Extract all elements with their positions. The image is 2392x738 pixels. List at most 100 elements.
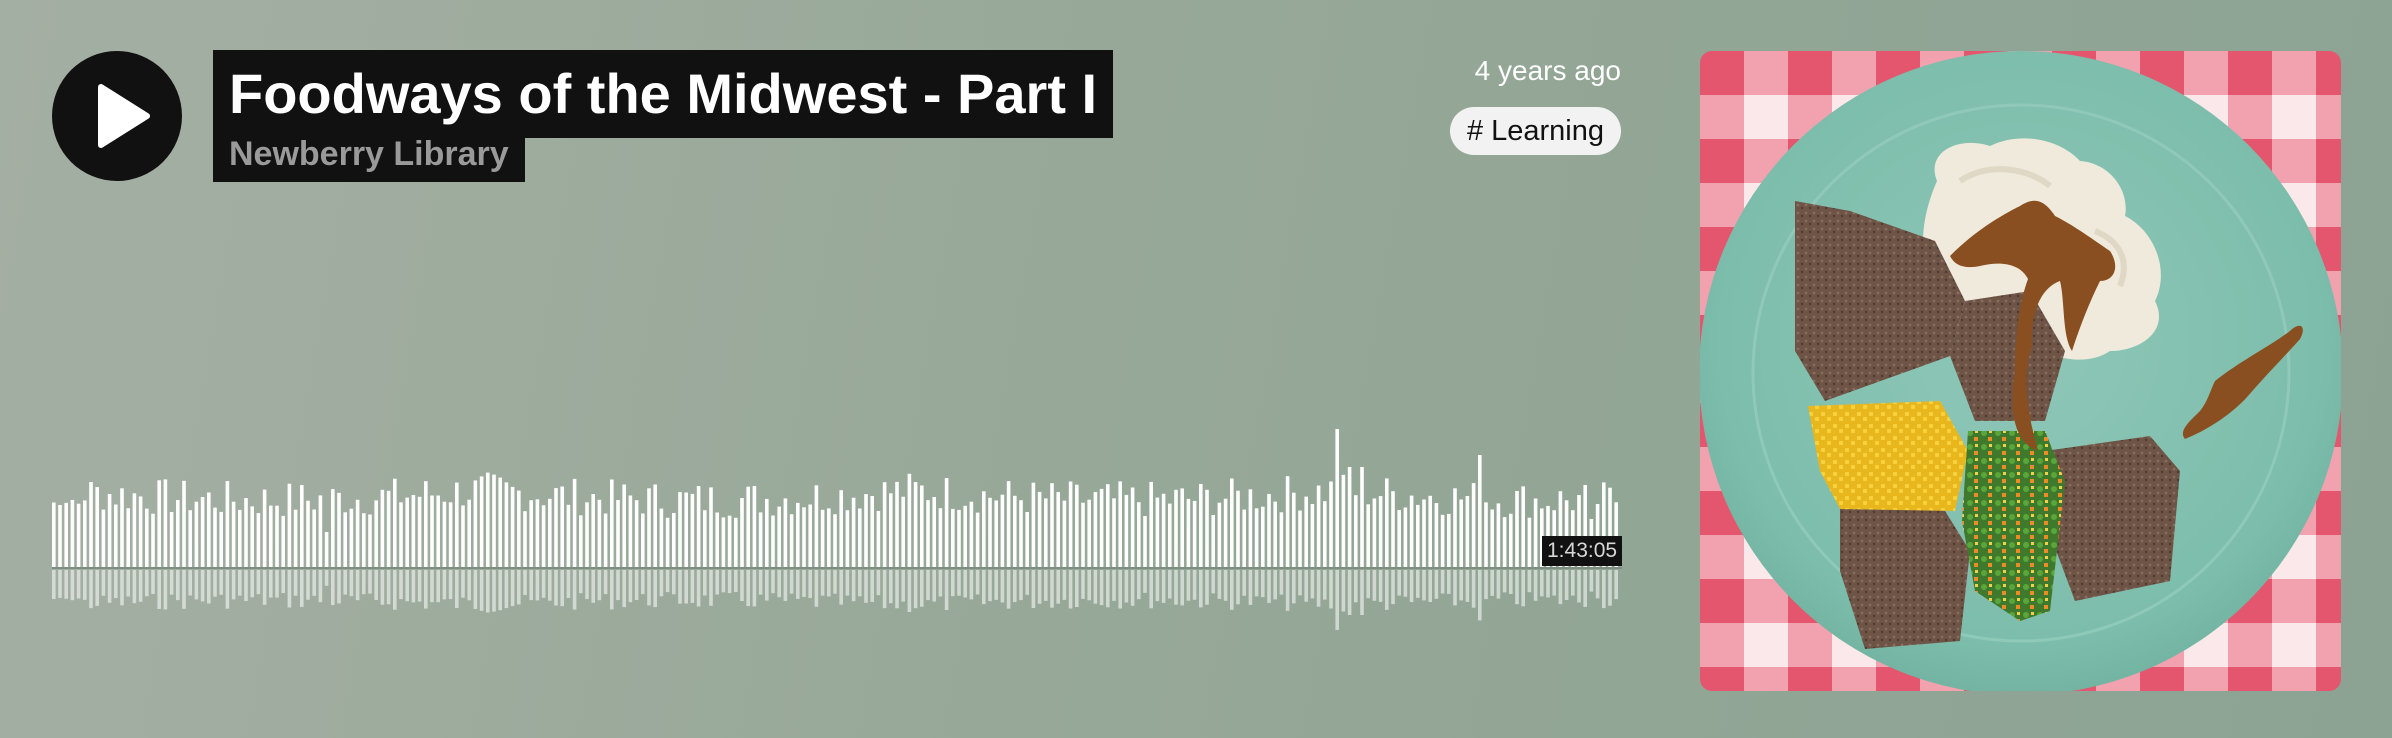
waveform-bar bbox=[988, 497, 992, 567]
waveform-reflection-bar bbox=[337, 570, 341, 604]
waveform-bar bbox=[1335, 429, 1339, 567]
waveform-bar bbox=[58, 505, 62, 567]
waveform-bar bbox=[504, 482, 509, 567]
waveform-bar bbox=[200, 497, 205, 567]
waveform-bar bbox=[1168, 503, 1172, 567]
waveform-bar bbox=[616, 500, 620, 567]
waveform-bar bbox=[1087, 499, 1091, 567]
waveform-bar bbox=[95, 487, 99, 567]
waveform-reflection-bar bbox=[473, 570, 478, 609]
waveform-reflection-bar bbox=[504, 570, 509, 609]
waveform-reflection-bar bbox=[52, 570, 56, 599]
waveform-bar bbox=[591, 494, 595, 567]
waveform-bar bbox=[653, 484, 657, 567]
waveform-reflection-bar bbox=[219, 570, 223, 595]
waveform-bar bbox=[455, 482, 459, 567]
genre-tag[interactable]: # Learning bbox=[1449, 107, 1621, 155]
waveform-reflection-bar bbox=[1192, 570, 1197, 600]
waveform-bar bbox=[89, 482, 93, 567]
waveform-bar bbox=[1130, 487, 1135, 567]
waveform-reflection-bar bbox=[138, 570, 143, 602]
play-button[interactable] bbox=[52, 51, 182, 181]
waveform-reflection-bar bbox=[858, 570, 862, 597]
waveform-reflection-bar bbox=[758, 570, 763, 595]
waveform-reflection-bar bbox=[703, 570, 707, 596]
waveform-reflection-bar bbox=[1013, 570, 1017, 602]
track-title[interactable]: Foodways of the Midwest - Part I bbox=[213, 50, 1114, 138]
waveform-reflection-bar bbox=[690, 570, 695, 603]
waveform-reflection-bar bbox=[1056, 570, 1060, 604]
waveform-reflection-bar bbox=[1242, 570, 1246, 596]
waveform-reflection-bar bbox=[498, 570, 502, 611]
waveform-bar bbox=[194, 501, 199, 567]
waveform-reflection-bar bbox=[1180, 570, 1184, 606]
waveform[interactable] bbox=[52, 420, 1622, 630]
waveform-bar bbox=[250, 506, 254, 567]
waveform-reflection-bar bbox=[653, 570, 657, 608]
waveform-bar bbox=[1155, 497, 1160, 567]
waveform-bar bbox=[163, 479, 168, 567]
waveform-bar bbox=[1354, 495, 1358, 567]
waveform-reflection-bar bbox=[318, 570, 323, 603]
waveform-reflection-bar bbox=[126, 570, 130, 597]
waveform-bar bbox=[907, 473, 912, 567]
waveform-reflection-bar bbox=[58, 570, 62, 598]
artist-name[interactable]: Newberry Library bbox=[213, 137, 525, 182]
waveform-bar bbox=[1279, 512, 1284, 567]
waveform-reflection-bar bbox=[548, 570, 552, 601]
waveform-bar bbox=[690, 493, 695, 567]
waveform-bar bbox=[151, 513, 155, 567]
waveform-bar bbox=[1025, 512, 1029, 567]
waveform-bar bbox=[1447, 513, 1451, 567]
waveform-reflection-bar bbox=[467, 570, 471, 601]
waveform-bar bbox=[721, 517, 726, 567]
waveform-reflection-bar bbox=[1285, 570, 1290, 611]
waveform-bar bbox=[895, 481, 899, 567]
waveform-reflection-bar bbox=[839, 570, 843, 605]
waveform-reflection-bar bbox=[1292, 570, 1296, 604]
waveform-reflection-bar bbox=[1527, 570, 1532, 593]
waveform-bar bbox=[808, 504, 812, 567]
waveform-reflection-bar bbox=[740, 570, 744, 601]
waveform-reflection-bar bbox=[1509, 570, 1513, 594]
waveform-reflection-bar bbox=[771, 570, 775, 594]
waveform-reflection-bar bbox=[1000, 570, 1005, 603]
waveform-bar bbox=[1484, 502, 1488, 567]
waveform-reflection-bar bbox=[684, 570, 688, 604]
waveform-bar bbox=[1347, 467, 1352, 567]
waveform-bar bbox=[1403, 507, 1408, 567]
waveform-reflection-bar bbox=[1416, 570, 1420, 598]
waveform-reflection-bar bbox=[349, 570, 354, 597]
waveform-bar bbox=[944, 478, 949, 567]
waveform-bar bbox=[1236, 490, 1240, 567]
waveform-reflection-bar bbox=[1075, 570, 1079, 607]
waveform-bar bbox=[1186, 498, 1191, 567]
waveform-reflection-bar bbox=[312, 570, 316, 596]
waveform-reflection-bar bbox=[306, 570, 310, 600]
waveform-bar bbox=[889, 493, 893, 567]
waveform-reflection-bar bbox=[1161, 570, 1166, 603]
waveform-bar bbox=[107, 494, 112, 567]
waveform-bar bbox=[145, 508, 149, 567]
waveform-reflection-bar bbox=[386, 570, 391, 605]
waveform-bar bbox=[1254, 508, 1259, 567]
waveform-reflection-bar bbox=[200, 570, 205, 602]
waveform-bar bbox=[1434, 503, 1439, 567]
waveform-bar bbox=[262, 489, 267, 567]
waveform-bar bbox=[802, 507, 806, 567]
waveform-bar bbox=[256, 513, 261, 567]
waveform-bar bbox=[783, 498, 788, 567]
waveform-reflection-bar bbox=[64, 570, 68, 599]
waveform-bar bbox=[1161, 493, 1166, 567]
waveform-bar bbox=[1490, 509, 1494, 567]
waveform-reflection-bar bbox=[963, 570, 967, 598]
waveform-reflection-bar bbox=[554, 570, 558, 606]
waveform-reflection-bar bbox=[250, 570, 254, 598]
waveform-bar bbox=[498, 477, 502, 567]
waveform-bar bbox=[83, 500, 87, 567]
waveform-bar bbox=[963, 505, 967, 567]
play-icon bbox=[98, 84, 150, 148]
waveform-bar bbox=[566, 504, 571, 567]
waveform-bar bbox=[1527, 517, 1532, 567]
waveform-reflection-bar bbox=[380, 570, 385, 605]
